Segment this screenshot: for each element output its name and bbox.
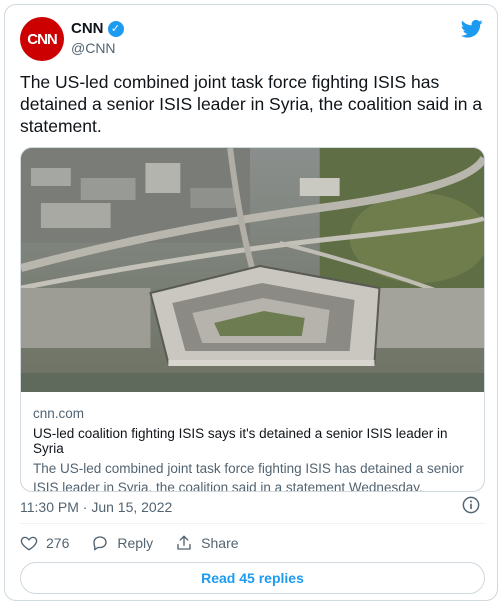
- heart-icon: [20, 536, 38, 551]
- card-domain: cnn.com: [33, 406, 85, 421]
- share-label: Share: [201, 535, 239, 551]
- reply-button[interactable]: Reply: [91, 534, 153, 552]
- like-button[interactable]: 276: [20, 534, 69, 552]
- reply-label: Reply: [117, 535, 154, 551]
- share-button[interactable]: Share: [175, 534, 239, 552]
- tweet-text: The US-led combined joint task force fig…: [20, 72, 483, 136]
- tweet-card[interactable]: CNN CNN ✓ @CNN The US-led combined joint…: [4, 4, 498, 601]
- twitter-bird-icon[interactable]: [461, 19, 483, 39]
- author-name[interactable]: CNN: [71, 20, 104, 37]
- avatar[interactable]: CNN: [20, 17, 64, 61]
- action-bar: 276 Reply Share: [20, 534, 261, 552]
- author-name-row[interactable]: CNN ✓: [71, 20, 124, 37]
- link-preview-card[interactable]: cnn.com US-led coalition fighting ISIS s…: [20, 147, 485, 492]
- card-title[interactable]: US-led coalition fighting ISIS says it's…: [33, 426, 473, 456]
- card-meta[interactable]: cnn.com US-led coalition fighting ISIS s…: [33, 406, 473, 492]
- share-icon: [177, 535, 191, 550]
- card-description: The US-led combined joint task force fig…: [33, 461, 464, 492]
- tweet-timestamp[interactable]: 11:30 PM · Jun 15, 2022: [20, 499, 172, 515]
- author-handle[interactable]: @CNN: [71, 40, 116, 56]
- read-replies-button[interactable]: Read 45 replies: [20, 562, 485, 594]
- avatar-logo: CNN: [27, 30, 57, 48]
- verified-badge-icon: ✓: [107, 20, 124, 37]
- divider: [20, 523, 485, 524]
- reply-icon: [93, 536, 108, 551]
- info-icon[interactable]: [462, 496, 480, 514]
- pentagon-aerial-image[interactable]: [21, 148, 484, 392]
- like-count: 276: [46, 535, 70, 551]
